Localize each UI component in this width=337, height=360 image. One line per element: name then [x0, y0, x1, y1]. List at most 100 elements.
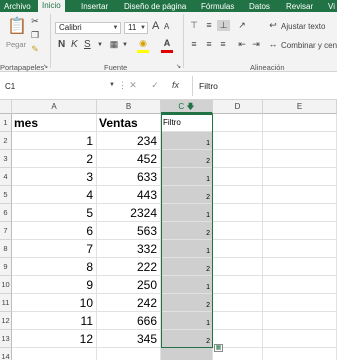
row-header[interactable]: 14: [0, 348, 12, 360]
cell-a[interactable]: 3: [12, 168, 97, 186]
cell-e[interactable]: [263, 132, 337, 150]
paste-icon[interactable]: 📋: [6, 16, 28, 38]
cell-d[interactable]: [213, 168, 263, 186]
column-header-a[interactable]: A: [12, 100, 97, 114]
row-header[interactable]: 10: [0, 276, 12, 294]
cell-e[interactable]: [263, 168, 337, 186]
cell-e[interactable]: [263, 240, 337, 258]
wrap-text-button[interactable]: Ajustar texto: [281, 22, 325, 31]
cell-b[interactable]: Ventas: [97, 114, 161, 132]
row-header[interactable]: 7: [0, 222, 12, 240]
column-header-c[interactable]: C 🡇: [161, 100, 213, 114]
cell-b[interactable]: 452: [97, 150, 161, 168]
cell-a[interactable]: mes: [12, 114, 97, 132]
cell-e[interactable]: [263, 348, 337, 360]
cell-b[interactable]: 563: [97, 222, 161, 240]
cell-e[interactable]: [263, 258, 337, 276]
bold-button[interactable]: N: [58, 39, 65, 50]
tab-revisar[interactable]: Revisar: [286, 1, 313, 12]
cell-d[interactable]: [213, 258, 263, 276]
cell-b[interactable]: 332: [97, 240, 161, 258]
chevron-down-icon[interactable]: ▼: [108, 82, 116, 88]
cell-b[interactable]: 666: [97, 312, 161, 330]
cell-d[interactable]: [213, 312, 263, 330]
cell-b[interactable]: 443: [97, 186, 161, 204]
cell-b[interactable]: 345: [97, 330, 161, 348]
paste-button[interactable]: Pegar: [6, 40, 26, 49]
cell-d[interactable]: [213, 240, 263, 258]
cell-a[interactable]: [12, 348, 97, 360]
cell-e[interactable]: [263, 114, 337, 132]
cell-c[interactable]: 1: [161, 204, 213, 222]
column-header-b[interactable]: B: [97, 100, 161, 114]
cell-d[interactable]: [213, 114, 263, 132]
align-right-icon[interactable]: ≡: [217, 39, 229, 49]
increase-indent-icon[interactable]: ⇥: [250, 39, 262, 50]
underline-button[interactable]: S: [84, 39, 91, 50]
row-header[interactable]: 12: [0, 312, 12, 330]
tab-diseno-pagina[interactable]: Diseño de página: [124, 1, 186, 12]
tab-insertar[interactable]: Insertar: [81, 1, 108, 12]
column-header-e[interactable]: E: [263, 100, 337, 114]
formula-input[interactable]: Filtro: [199, 81, 218, 91]
chevron-down-icon[interactable]: ▼: [111, 22, 120, 34]
tab-datos[interactable]: Datos: [249, 1, 270, 12]
format-painter-icon[interactable]: ✎: [30, 44, 40, 55]
cell-a[interactable]: 12: [12, 330, 97, 348]
align-left-icon[interactable]: ≡: [188, 39, 200, 49]
font-launcher-icon[interactable]: ↘: [176, 63, 181, 70]
row-header[interactable]: 13: [0, 330, 12, 348]
align-middle-icon[interactable]: ≡: [203, 20, 215, 30]
merge-center-button[interactable]: Combinar y cent: [281, 41, 337, 50]
cell-a[interactable]: 10: [12, 294, 97, 312]
cell-a[interactable]: 8: [12, 258, 97, 276]
cell-e[interactable]: [263, 312, 337, 330]
align-bottom-icon[interactable]: ⊥: [217, 20, 230, 31]
enter-icon[interactable]: ✓: [150, 80, 160, 91]
cell-d[interactable]: [213, 222, 263, 240]
chevron-down-icon[interactable]: ▼: [139, 22, 147, 34]
cell-c[interactable]: 2: [161, 150, 213, 168]
row-header[interactable]: 5: [0, 186, 12, 204]
tab-formulas[interactable]: Fórmulas: [201, 1, 234, 12]
copy-icon[interactable]: ❐: [30, 30, 40, 41]
chevron-down-icon[interactable]: ▼: [121, 42, 129, 48]
cell-d[interactable]: [213, 294, 263, 312]
merge-center-icon[interactable]: ↔: [268, 39, 278, 49]
fill-color-icon[interactable]: ◉: [137, 38, 149, 49]
cell-d[interactable]: [213, 186, 263, 204]
cell-c[interactable]: 2: [161, 258, 213, 276]
cell-d[interactable]: [213, 204, 263, 222]
quick-analysis-icon[interactable]: ▦: [214, 344, 223, 352]
cut-icon[interactable]: ✂: [30, 16, 40, 27]
tab-archivo[interactable]: Archivo: [4, 1, 31, 12]
orientation-icon[interactable]: ↗: [236, 20, 248, 31]
cell-d[interactable]: [213, 276, 263, 294]
chevron-down-icon[interactable]: ▼: [96, 42, 104, 48]
row-header[interactable]: 2: [0, 132, 12, 150]
cell-c[interactable]: 1: [161, 132, 213, 150]
row-header[interactable]: 9: [0, 258, 12, 276]
cell-d[interactable]: [213, 150, 263, 168]
row-header[interactable]: 3: [0, 150, 12, 168]
tab-inicio[interactable]: Inicio: [38, 0, 65, 12]
cell-a[interactable]: 2: [12, 150, 97, 168]
cell-c[interactable]: 2: [161, 294, 213, 312]
tab-vista[interactable]: Vi: [328, 1, 335, 12]
cell-d[interactable]: [213, 132, 263, 150]
cell-c[interactable]: [161, 348, 213, 360]
cell-c[interactable]: 1: [161, 168, 213, 186]
cell-e[interactable]: [263, 204, 337, 222]
cell-a[interactable]: 11: [12, 312, 97, 330]
cell-a[interactable]: 6: [12, 222, 97, 240]
cell-b[interactable]: [97, 348, 161, 360]
row-header[interactable]: 4: [0, 168, 12, 186]
cell-e[interactable]: [263, 150, 337, 168]
wrap-text-icon[interactable]: ↩: [268, 20, 278, 31]
row-header[interactable]: 1: [0, 114, 12, 132]
grow-font-button[interactable]: A: [152, 20, 159, 32]
row-header[interactable]: 6: [0, 204, 12, 222]
cell-c[interactable]: 1: [161, 240, 213, 258]
cell-a[interactable]: 9: [12, 276, 97, 294]
cell-a[interactable]: 5: [12, 204, 97, 222]
